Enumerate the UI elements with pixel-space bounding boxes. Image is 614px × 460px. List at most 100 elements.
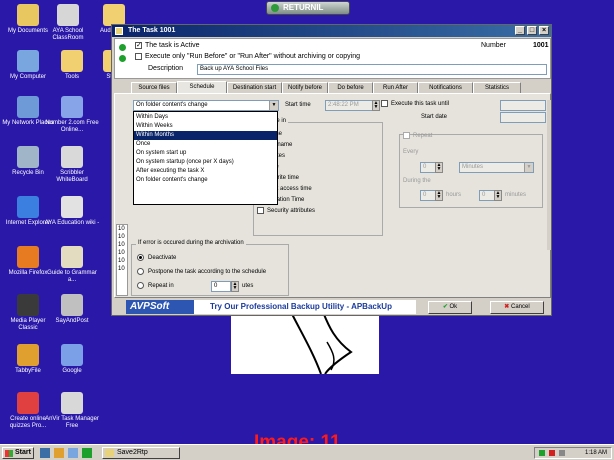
- task-list-item[interactable]: 10: [118, 234, 125, 240]
- folder-documents-icon: [17, 4, 39, 26]
- desktop-icon-label: Guide to Grammar a...: [47, 270, 97, 283]
- microphone-icon: [61, 294, 83, 316]
- start-type-option[interactable]: After executing the task X: [134, 167, 277, 176]
- tab-notify-before[interactable]: Notify before: [282, 82, 328, 93]
- ok-button[interactable]: ✔ Ok: [428, 301, 472, 314]
- panel-scrollbar[interactable]: [547, 100, 551, 250]
- desktop-icon[interactable]: SayAndPost: [44, 294, 100, 325]
- hours-label: hours: [446, 192, 462, 198]
- desktop-icon[interactable]: Number 2.com Free Online...: [44, 96, 100, 134]
- title-bar[interactable]: The Task 1001 _ □ ×: [112, 25, 551, 37]
- error-option[interactable]: Repeat in: [137, 282, 174, 289]
- execute-only-row[interactable]: Execute only "Run Before" or "Run After"…: [135, 53, 360, 60]
- task-list-item[interactable]: 10: [118, 242, 125, 248]
- task-list-item[interactable]: 10: [118, 250, 125, 256]
- every-spinner[interactable]: ▲ ▼: [435, 162, 443, 173]
- number-label: Number: [481, 42, 506, 49]
- hours-spinner[interactable]: ▲ ▼: [435, 190, 443, 201]
- description-field[interactable]: Back up AYA School Files: [197, 64, 547, 75]
- repeat-checkbox[interactable]: [403, 132, 410, 139]
- windows-logo-icon: [5, 450, 13, 457]
- tab-statistics[interactable]: Statistics: [473, 82, 521, 93]
- task-list[interactable]: 10 10 10 10 10 10: [116, 224, 128, 296]
- start-type-dropdown[interactable]: Within Days Within Weeks Within Months Once…: [133, 111, 278, 205]
- close-button[interactable]: ×: [539, 26, 549, 35]
- execute-only-checkbox[interactable]: [135, 53, 142, 60]
- clock: 1:18 AM: [584, 450, 607, 456]
- error-repeat-spinner[interactable]: ▲ ▼: [231, 281, 239, 292]
- tray-antivirus-icon[interactable]: [549, 450, 555, 456]
- media-player-icon: [17, 294, 39, 316]
- tab-notifications[interactable]: Notifications: [418, 82, 473, 93]
- minutes-field[interactable]: 0: [479, 190, 495, 201]
- start-type-option[interactable]: On system start up: [134, 149, 277, 158]
- start-type-option[interactable]: On system startup (once per X days): [134, 158, 277, 167]
- quicklaunch-browser-icon[interactable]: [68, 448, 78, 458]
- start-type-select[interactable]: On folder content's change ▼: [133, 100, 279, 111]
- school-icon: [57, 4, 79, 26]
- desktop-icon[interactable]: Scribbler WhiteBoard: [44, 146, 100, 184]
- task-header: ✓ The task is Active Number 1001 Execute…: [114, 38, 551, 79]
- every-unit-select[interactable]: Minutes ▼: [459, 162, 534, 173]
- execute-until-label: Execute this task until: [391, 101, 450, 107]
- start-button[interactable]: Start: [2, 447, 34, 459]
- change-in-checkbox[interactable]: [257, 207, 264, 214]
- minutes-spinner[interactable]: ▲ ▼: [494, 190, 502, 201]
- start-type-option[interactable]: On folder content's change: [134, 176, 277, 185]
- quicklaunch-desktop-icon[interactable]: [40, 448, 50, 458]
- cancel-label: Cancel: [511, 304, 530, 310]
- desktop-icon[interactable]: AnVir Task Manager Free: [44, 392, 100, 430]
- every-field[interactable]: 0: [420, 162, 436, 173]
- error-repeat-field[interactable]: 0: [211, 281, 231, 292]
- start-type-option[interactable]: Within Weeks: [134, 122, 277, 131]
- quicklaunch-app-icon[interactable]: [82, 448, 92, 458]
- ad-banner[interactable]: AVPSoft Try Our Professional Backup Util…: [126, 300, 416, 314]
- execute-until-row[interactable]: Execute this task until: [381, 100, 449, 107]
- chevron-down-icon[interactable]: ▼: [269, 101, 278, 110]
- tray-app-icon[interactable]: [539, 450, 545, 456]
- tray-volume-icon[interactable]: [559, 450, 565, 456]
- tab-schedule[interactable]: Schedule: [177, 81, 227, 93]
- maximize-button[interactable]: □: [527, 26, 537, 35]
- cancel-button[interactable]: ✖ Cancel: [490, 301, 544, 314]
- error-option-radio[interactable]: [137, 282, 144, 289]
- returnil-button[interactable]: RETURNIL: [266, 1, 350, 15]
- task-list-item[interactable]: 10: [118, 226, 125, 232]
- error-option-radio[interactable]: [137, 268, 144, 275]
- start-type-option[interactable]: Within Days: [134, 113, 277, 122]
- minimize-button[interactable]: _: [515, 26, 525, 35]
- repeat-row[interactable]: Repeat: [403, 132, 432, 139]
- desktop-icon[interactable]: AYA Education wiki -: [44, 196, 100, 227]
- whiteboard-icon: [61, 146, 83, 168]
- error-option[interactable]: Deactivate: [137, 254, 176, 261]
- quiz-icon: [17, 392, 39, 414]
- returnil-icon: [271, 4, 279, 12]
- desktop-icon[interactable]: Google: [44, 344, 100, 375]
- tab-run-after[interactable]: Run After: [373, 82, 418, 93]
- hours-field[interactable]: 0: [420, 190, 436, 201]
- quicklaunch-folder-icon[interactable]: [54, 448, 64, 458]
- start-time-field[interactable]: 2:48:22 PM: [325, 100, 373, 111]
- task-list-item[interactable]: 10: [118, 266, 125, 272]
- execute-until-field[interactable]: [500, 100, 546, 111]
- taskbar-item-save2rtp[interactable]: Save2Rtp: [102, 447, 180, 459]
- desktop-icon[interactable]: Guide to Grammar a...: [44, 246, 100, 284]
- tab-source-files[interactable]: Source files: [131, 82, 177, 93]
- start-type-option[interactable]: Within Months: [134, 131, 277, 140]
- chevron-down-icon[interactable]: ▼: [524, 163, 533, 172]
- desktop-icon-label: AYA Education wiki -: [44, 220, 100, 226]
- start-date-field[interactable]: [500, 112, 546, 123]
- change-in-item[interactable]: Security attributes: [257, 207, 315, 214]
- tab-do-before[interactable]: Do before: [328, 82, 373, 93]
- tab-destination-start[interactable]: Destination start: [227, 82, 282, 93]
- active-checkbox[interactable]: ✓: [135, 42, 142, 49]
- task-list-item[interactable]: 10: [118, 258, 125, 264]
- start-type-option[interactable]: Once: [134, 140, 277, 149]
- active-checkbox-row[interactable]: ✓ The task is Active: [135, 42, 199, 49]
- error-option-radio[interactable]: [137, 254, 144, 261]
- execute-until-checkbox[interactable]: [381, 100, 388, 107]
- start-time-spinner[interactable]: ▲ ▼: [372, 100, 380, 111]
- error-group-title: If error is occured during the archivati…: [136, 240, 246, 246]
- error-option[interactable]: Postpone the task according to the sched…: [137, 268, 266, 275]
- returnil-label: RETURNIL: [283, 3, 324, 12]
